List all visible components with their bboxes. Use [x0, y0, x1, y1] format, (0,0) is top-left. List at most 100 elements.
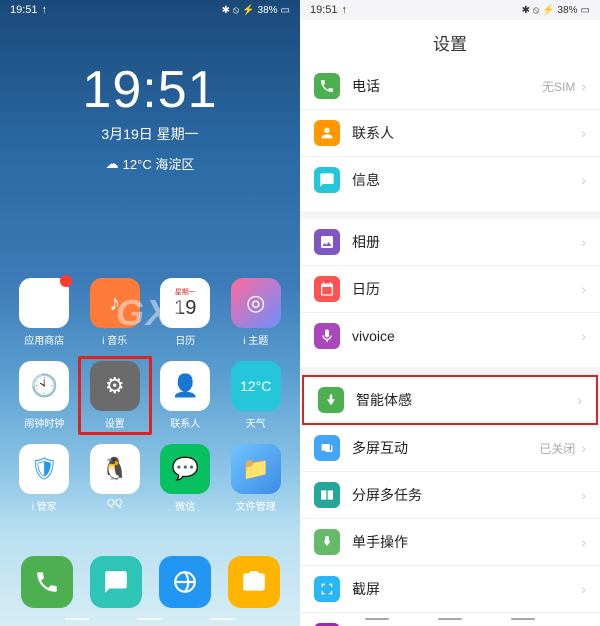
image-icon [314, 229, 340, 255]
clock-date: 3月19日 星期一 [0, 124, 300, 144]
settings-item-label: 单手操作 [352, 532, 581, 552]
chevron-right-icon: › [581, 440, 586, 456]
clock-time: 19:51 [0, 60, 300, 120]
battery-icon: ▭ [581, 5, 590, 16]
chevron-right-icon: › [581, 534, 586, 550]
home-screen: 19:51 ↑ ✱ ⦸ ⚡ 38% ▭ 19:51 3月19日 星期一 ☁ 12… [0, 0, 300, 626]
app-grid: 🛍 应用商店 ♪ i 音乐 星期一 19 日历 ◎ i 主题 🕙 [0, 278, 300, 513]
dock-messages[interactable] [90, 556, 142, 608]
settings-item-label: 信息 [352, 170, 581, 190]
chevron-right-icon: › [581, 234, 586, 250]
nav-recent[interactable] [511, 618, 535, 620]
settings-item-value: 已关闭 [539, 440, 575, 457]
status-bar-right: 19:51 ↑ ✱ ⦸ ⚡ 38% ▭ [300, 0, 600, 20]
app-qq[interactable]: 🐧 QQ [83, 444, 148, 513]
message-icon [314, 167, 340, 193]
screens-icon [314, 435, 340, 461]
settings-item-value: 无SIM [542, 78, 575, 95]
chevron-right-icon: › [581, 328, 586, 344]
folder-icon: 📁 [231, 444, 281, 494]
settings-item-label: 相册 [352, 232, 581, 252]
app-weather[interactable]: 12°C 天气 [224, 361, 289, 430]
settings-item-label: 多屏互动 [352, 438, 539, 458]
settings-item-label: 日历 [352, 279, 581, 299]
settings-item-calendar[interactable]: 日历› [300, 266, 600, 313]
chevron-right-icon: › [581, 281, 586, 297]
settings-item-label: vivoice [352, 328, 581, 344]
app-store[interactable]: 🛍 应用商店 [12, 278, 77, 347]
settings-item-person[interactable]: 联系人› [300, 110, 600, 157]
settings-item-screens[interactable]: 多屏互动已关闭 › [300, 425, 600, 472]
capture-icon [314, 576, 340, 602]
status-battery: 38% [558, 5, 578, 16]
chevron-right-icon: › [581, 78, 586, 94]
settings-item-label: 智能体感 [356, 390, 577, 410]
app-settings-highlighted[interactable]: ⚙ 设置 [78, 356, 153, 435]
mic-icon [314, 323, 340, 349]
nav-bar-right [300, 612, 600, 626]
gear-icon: ⚙ [90, 361, 140, 411]
calendar-icon: 星期一 19 [160, 278, 210, 328]
settings-screen: 19:51 ↑ ✱ ⦸ ⚡ 38% ▭ 设置 电话无SIM›联系人›信息›相册›… [300, 0, 600, 626]
calendar-icon [314, 276, 340, 302]
app-contacts[interactable]: 👤 联系人 [153, 361, 218, 430]
app-manager[interactable]: 🛡 i 管家 [12, 444, 77, 513]
settings-item-message[interactable]: 信息› [300, 157, 600, 203]
wechat-icon: 💬 [160, 444, 210, 494]
dock-browser[interactable] [159, 556, 211, 608]
chevron-right-icon: › [581, 125, 586, 141]
theme-icon: ◎ [231, 278, 281, 328]
status-arrow-icon: ↑ [342, 4, 348, 16]
nav-back[interactable] [65, 618, 89, 620]
nav-back[interactable] [365, 618, 389, 620]
app-wechat[interactable]: 💬 微信 [153, 444, 218, 513]
dock-camera[interactable] [228, 556, 280, 608]
settings-item-hand[interactable]: 智能体感› [302, 375, 598, 425]
status-icons: ✱ ⦸ ⚡ [522, 5, 555, 16]
badge-icon [60, 275, 72, 287]
chevron-right-icon: › [581, 487, 586, 503]
app-music[interactable]: ♪ i 音乐 [83, 278, 148, 347]
settings-item-label: 分屏多任务 [352, 485, 581, 505]
clock-widget[interactable]: 19:51 3月19日 星期一 ☁ 12°C 海淀区 [0, 60, 300, 173]
status-time: 19:51 [10, 4, 38, 16]
music-icon: ♪ [90, 278, 140, 328]
status-icons: ✱ ⦸ ⚡ [222, 5, 255, 16]
shopping-bag-icon: 🛍 [19, 278, 69, 328]
settings-item-label: 电话 [352, 76, 542, 96]
chevron-right-icon: › [581, 172, 586, 188]
person-icon [314, 120, 340, 146]
hand-icon [318, 387, 344, 413]
shield-icon: 🛡 [19, 444, 69, 494]
nav-recent[interactable] [211, 618, 235, 620]
settings-item-image[interactable]: 相册› [300, 219, 600, 266]
dock [0, 556, 300, 608]
clock-weather: ☁ 12°C 海淀区 [0, 154, 300, 173]
dock-phone[interactable] [21, 556, 73, 608]
app-theme[interactable]: ◎ i 主题 [224, 278, 289, 347]
status-time: 19:51 [310, 4, 338, 16]
status-arrow-icon: ↑ [42, 4, 48, 16]
settings-item-split[interactable]: 分屏多任务› [300, 472, 600, 519]
nav-home[interactable] [138, 618, 162, 620]
status-bar-left: 19:51 ↑ ✱ ⦸ ⚡ 38% ▭ [0, 0, 300, 20]
weather-app-icon: 12°C [231, 361, 281, 411]
watermark-url: system.com [533, 594, 592, 606]
settings-item-onehand[interactable]: 单手操作› [300, 519, 600, 566]
person-icon: 👤 [160, 361, 210, 411]
app-clock[interactable]: 🕙 闹钟时钟 [12, 361, 77, 430]
clock-icon: 🕙 [19, 361, 69, 411]
app-files[interactable]: 📁 文件管理 [224, 444, 289, 513]
settings-title: 设置 [300, 20, 600, 63]
weather-icon: ☁ [106, 156, 119, 172]
settings-list: 电话无SIM›联系人›信息›相册›日历›vivoice›智能体感›多屏互动已关闭… [300, 63, 600, 626]
onehand-icon [314, 529, 340, 555]
status-battery: 38% [258, 5, 278, 16]
split-icon [314, 482, 340, 508]
nav-home[interactable] [438, 618, 462, 620]
app-calendar[interactable]: 星期一 19 日历 [153, 278, 218, 347]
settings-item-mic[interactable]: vivoice› [300, 313, 600, 359]
phone-icon [314, 73, 340, 99]
nav-bar-left [0, 612, 300, 626]
settings-item-phone[interactable]: 电话无SIM › [300, 63, 600, 110]
